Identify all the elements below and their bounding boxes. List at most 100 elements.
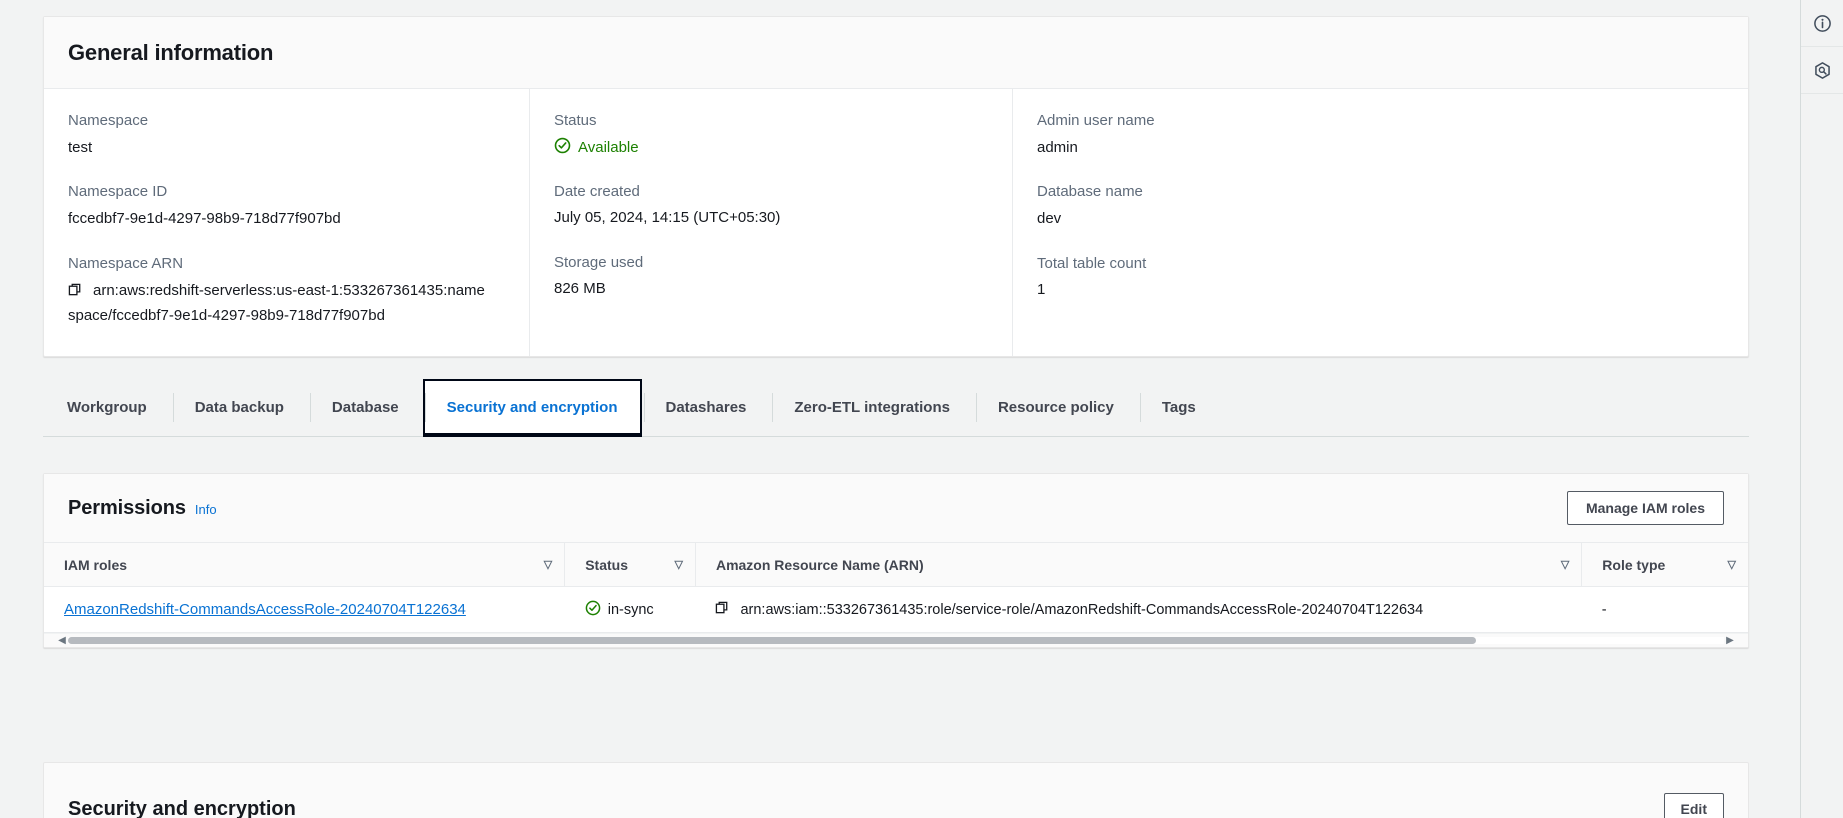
tab-resource-policy[interactable]: Resource policy (974, 379, 1138, 436)
page-root: General information Namespace test Names… (0, 0, 1843, 818)
status-text: in-sync (607, 601, 654, 618)
general-information-header: General information (44, 17, 1748, 89)
column-header-iam-roles[interactable]: IAM roles ▽ (44, 542, 565, 587)
security-panel-button[interactable] (1801, 47, 1843, 94)
field-namespace-arn: Namespace ARN arn:aws:redshift-serverles… (68, 254, 529, 328)
tab-label: Data backup (194, 399, 284, 416)
general-info-column-1: Namespace test Namespace ID fccedbf7-9e1… (44, 89, 529, 356)
arn-text: arn:aws:iam::533267361435:role/service-r… (740, 601, 1424, 618)
info-panel-button[interactable] (1801, 0, 1843, 47)
field-storage-used: Storage used 826 MB (554, 253, 1012, 300)
field-label: Date created (554, 182, 640, 200)
field-value: test (68, 138, 93, 156)
page-title: General information (68, 39, 274, 65)
main-content: General information Namespace test Names… (0, 0, 1800, 818)
column-header-status[interactable]: Status ▽ (564, 542, 696, 587)
field-value: July 05, 2024, 14:15 (UTC+05:30) (554, 209, 781, 226)
table-header-row: IAM roles ▽ Status ▽ Amazon Resource Nam… (44, 542, 1748, 587)
general-info-column-2: Status Available Date created July 05, 2… (529, 89, 1012, 356)
tab-label: Resource policy (997, 399, 1114, 416)
copy-icon[interactable] (68, 281, 83, 304)
status-text: Available (578, 138, 639, 156)
general-information-card: General information Namespace test Names… (43, 16, 1749, 357)
field-label: Namespace (68, 112, 149, 129)
field-label: Admin user name (1037, 112, 1155, 129)
permissions-title-group: Permissions Info (68, 497, 217, 520)
tab-label: Security and encryption (446, 399, 618, 416)
field-status: Status Available (554, 111, 1012, 158)
sort-triangle-icon[interactable]: ▽ (544, 558, 552, 571)
column-header-arn[interactable]: Amazon Resource Name (ARN) ▽ (694, 542, 1582, 587)
edit-button[interactable]: Edit (1663, 793, 1724, 818)
iam-role-link[interactable]: AmazonRedshift-CommandsAccessRole-202407… (64, 601, 466, 618)
scroll-left-arrow-icon[interactable]: ◀ (56, 635, 68, 646)
permissions-header: Permissions Info Manage IAM roles (44, 474, 1748, 542)
cell-status: in-sync (564, 586, 696, 633)
field-label: Namespace ARN (68, 254, 184, 272)
table-row: AmazonRedshift-CommandsAccessRole-202407… (44, 586, 1748, 633)
field-label: Database name (1037, 183, 1143, 201)
column-label: Role type (1602, 556, 1666, 573)
general-information-body: Namespace test Namespace ID fccedbf7-9e1… (44, 89, 1748, 356)
table-head: IAM roles ▽ Status ▽ Amazon Resource Nam… (44, 542, 1748, 587)
tab-label: Workgroup (67, 399, 147, 416)
field-value: admin (1037, 138, 1078, 156)
tab-label: Tags (1161, 399, 1196, 416)
field-label: Total table count (1037, 254, 1147, 272)
arn-cell-wrap: arn:aws:iam::533267361435:role/service-r… (715, 600, 1569, 619)
check-circle-icon (585, 600, 601, 620)
namespace-arn-value-wrap: arn:aws:redshift-serverless:us-east-1:53… (68, 279, 488, 328)
scrollbar-track[interactable] (68, 637, 1724, 644)
sort-triangle-icon[interactable]: ▽ (674, 558, 682, 571)
tab-datashares[interactable]: Datashares (642, 379, 771, 436)
column-header-role-type[interactable]: Role type ▽ (1581, 542, 1748, 587)
tab-tags[interactable]: Tags (1138, 379, 1220, 436)
info-circle-icon (1813, 14, 1832, 33)
tab-data-backup[interactable]: Data backup (171, 379, 308, 436)
field-label: Storage used (554, 253, 644, 271)
field-label: Namespace ID (68, 183, 168, 201)
field-date-created: Date created July 05, 2024, 14:15 (UTC+0… (554, 182, 1012, 229)
tab-label: Database (331, 399, 399, 416)
permissions-title: Permissions (68, 496, 186, 519)
sort-triangle-icon[interactable]: ▽ (1728, 558, 1736, 571)
scroll-right-arrow-icon[interactable]: ▶ (1724, 635, 1736, 646)
column-label: IAM roles (64, 556, 128, 573)
manage-iam-roles-button[interactable]: Manage IAM roles (1566, 491, 1724, 525)
scrollbar-thumb[interactable] (68, 637, 1476, 644)
tab-database[interactable]: Database (308, 379, 423, 436)
field-value: fccedbf7-9e1d-4297-98b9-718d77f907bd (68, 209, 341, 227)
tab-security-and-encryption[interactable]: Security and encryption (422, 379, 642, 437)
table-horizontal-scrollbar[interactable]: ◀ ▶ (44, 633, 1748, 647)
permissions-card: Permissions Info Manage IAM roles IAM ro… (43, 473, 1749, 648)
field-value: 826 MB (554, 280, 606, 298)
tab-label: Datashares (665, 399, 747, 416)
security-and-encryption-title: Security and encryption (68, 797, 296, 818)
right-icon-rail (1800, 0, 1843, 818)
field-label: Status (554, 112, 597, 129)
tab-workgroup[interactable]: Workgroup (43, 379, 171, 436)
general-info-column-3: Admin user name admin Database name dev … (1012, 89, 1748, 356)
tab-zero-etl-integrations[interactable]: Zero-ETL integrations (770, 379, 974, 436)
status-badge: in-sync (585, 600, 684, 620)
field-namespace: Namespace test (68, 111, 529, 158)
tab-label: Zero-ETL integrations (794, 399, 950, 416)
namespace-arn-text: arn:aws:redshift-serverless:us-east-1:53… (68, 282, 485, 325)
security-and-encryption-card: Security and encryption Edit (43, 762, 1749, 818)
field-namespace-id: Namespace ID fccedbf7-9e1d-4297-98b9-718… (68, 182, 529, 229)
status-badge: Available (554, 137, 1012, 158)
info-link[interactable]: Info (195, 502, 217, 517)
field-database-name: Database name dev (1037, 182, 1748, 229)
copy-icon[interactable] (715, 600, 730, 619)
security-and-encryption-header: Security and encryption Edit (44, 763, 1748, 818)
field-total-table-count: Total table count 1 (1037, 254, 1748, 301)
check-circle-icon (554, 137, 571, 158)
sort-triangle-icon[interactable]: ▽ (1561, 558, 1569, 571)
iam-roles-table: IAM roles ▽ Status ▽ Amazon Resource Nam… (44, 542, 1748, 633)
field-value: 1 (1037, 281, 1046, 298)
field-admin-user-name: Admin user name admin (1037, 111, 1748, 158)
column-label: Amazon Resource Name (ARN) (715, 556, 924, 573)
shield-security-icon (1813, 61, 1832, 80)
table-body: AmazonRedshift-CommandsAccessRole-202407… (44, 586, 1748, 633)
cell-iam-role: AmazonRedshift-CommandsAccessRole-202407… (44, 586, 565, 633)
